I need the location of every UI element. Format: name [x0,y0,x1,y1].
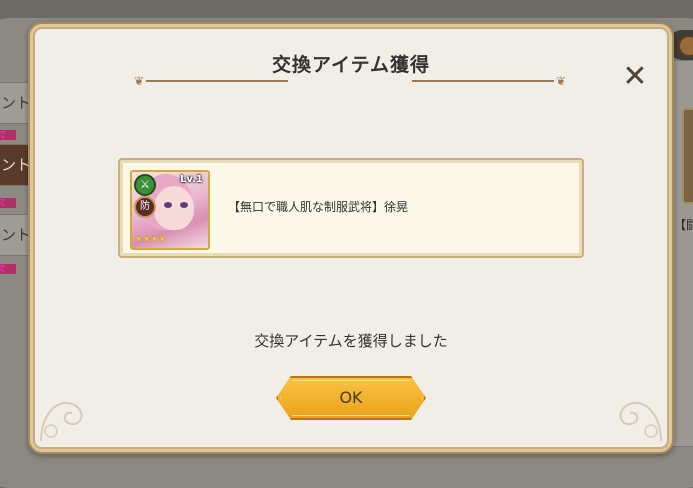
rarity-stars: ★★★★ [134,234,167,245]
ornament-icon: ❦ [134,74,145,88]
title-divider-right [412,80,554,82]
background-card-thumbnail [682,108,693,204]
acquired-message: 交換アイテムを獲得しました [254,332,448,350]
coin-icon [678,35,693,57]
background-tab-label: ント [1,156,32,174]
portrait-eye [180,202,188,208]
background-tab-label: ント [1,94,32,112]
floral-corner-icon [40,401,83,442]
background-tab-label: ント [1,226,32,244]
role-badge: 防 [134,196,156,218]
acquired-item-card: ⚔ 防 Lv.1 ★★★★ 【無口で職人肌な制服武将】徐晃 [118,158,584,258]
item-name: 【無口で職人肌な制服武将】徐晃 [228,200,409,214]
title-divider-left [146,80,288,82]
background-tab-badge: で [0,264,16,274]
portrait-face [154,186,194,230]
sword-icon: ⚔ [134,174,156,196]
background-tab-badge: で [0,198,16,208]
background-card-label: 【闘 [674,218,693,232]
close-button[interactable]: ✕ [620,62,650,92]
ok-button[interactable]: OK [276,376,426,420]
level-label: Lv.1 [180,174,203,185]
item-acquired-dialog: 交換アイテム獲得 ❦ ❦ ✕ ⚔ 防 Lv.1 ★★★★ 【無口で職人肌な制服武… [28,22,674,454]
dialog-title: 交換アイテム獲得 [271,54,431,76]
background-tab-badge: で [0,130,16,140]
character-portrait[interactable]: ⚔ 防 Lv.1 ★★★★ [130,170,210,250]
floral-corner-icon [619,401,662,442]
ok-button-label: OK [339,388,363,407]
portrait-eye [164,202,172,208]
close-icon: ✕ [622,59,648,94]
ornament-icon: ❦ [556,74,567,88]
